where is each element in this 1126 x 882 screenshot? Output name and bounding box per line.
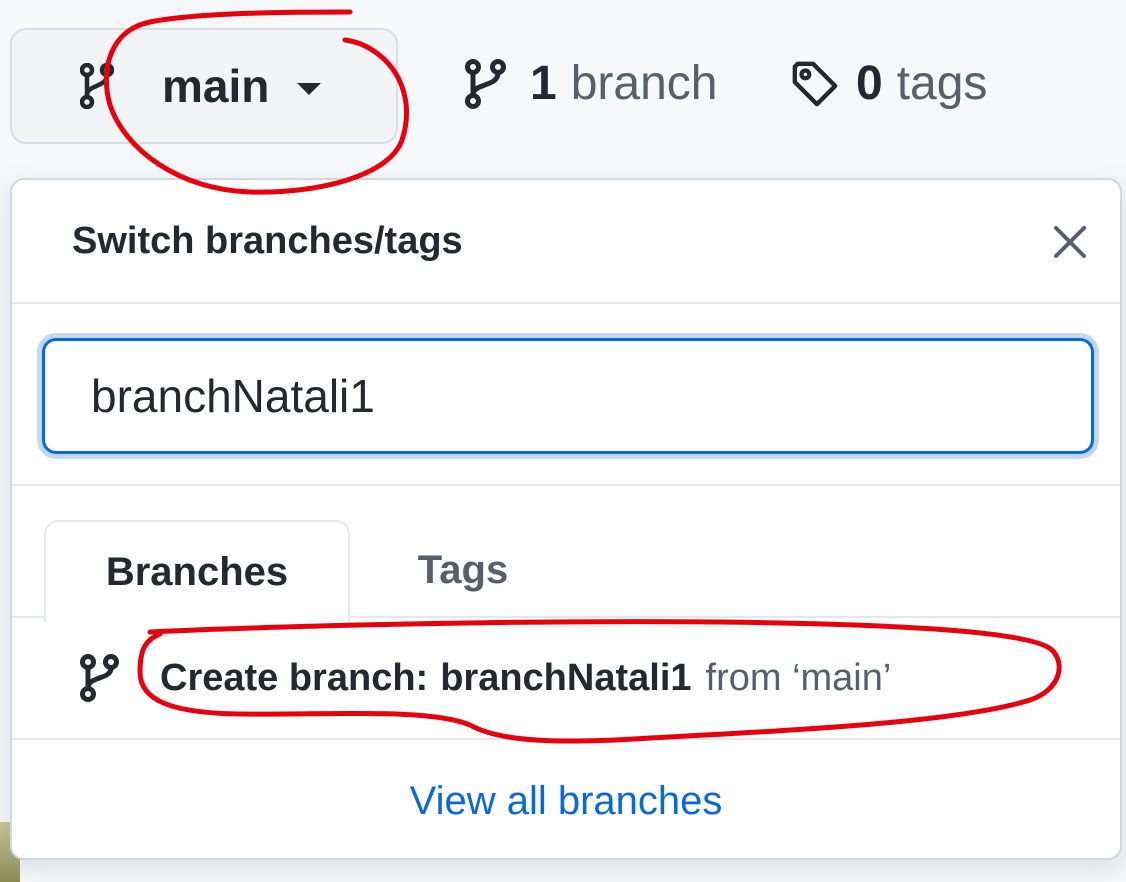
git-branch-icon — [80, 654, 124, 702]
caret-down-icon — [297, 83, 322, 95]
filter-section — [12, 304, 1120, 486]
tab-bar: Branches Tags — [12, 486, 1120, 622]
branches-label: branch — [570, 57, 718, 110]
tags-label: tags — [896, 57, 988, 110]
branch-select-button[interactable]: main — [10, 28, 398, 144]
branch-filter-input[interactable] — [42, 338, 1094, 454]
create-branch-prefix: Create branch: — [160, 656, 429, 699]
tag-icon — [790, 59, 840, 109]
panel-title: Switch branches/tags — [72, 219, 463, 262]
create-branch-name: branchNatali1 — [440, 656, 692, 699]
branches-count-link[interactable]: 1 branch — [464, 56, 717, 111]
git-branch-icon — [80, 63, 114, 109]
git-branch-icon — [464, 58, 514, 109]
current-branch-label: main — [162, 60, 270, 112]
close-icon[interactable] — [1048, 220, 1092, 264]
tags-count: 0 — [856, 57, 883, 110]
tags-count-link[interactable]: 0 tags — [790, 56, 987, 111]
branch-dropdown-panel: Switch branches/tags Branches Tags — [10, 178, 1122, 860]
tab-tags[interactable]: Tags — [350, 520, 576, 620]
panel-header: Switch branches/tags — [12, 180, 1120, 304]
view-all-branches-link[interactable]: View all branches — [12, 740, 1120, 858]
branches-count: 1 — [530, 57, 557, 110]
tab-branches[interactable]: Branches — [44, 520, 350, 622]
create-branch-source: from ‘main’ — [705, 656, 892, 699]
create-branch-item[interactable]: Create branch: branchNatali1 from ‘main’ — [12, 618, 1120, 740]
